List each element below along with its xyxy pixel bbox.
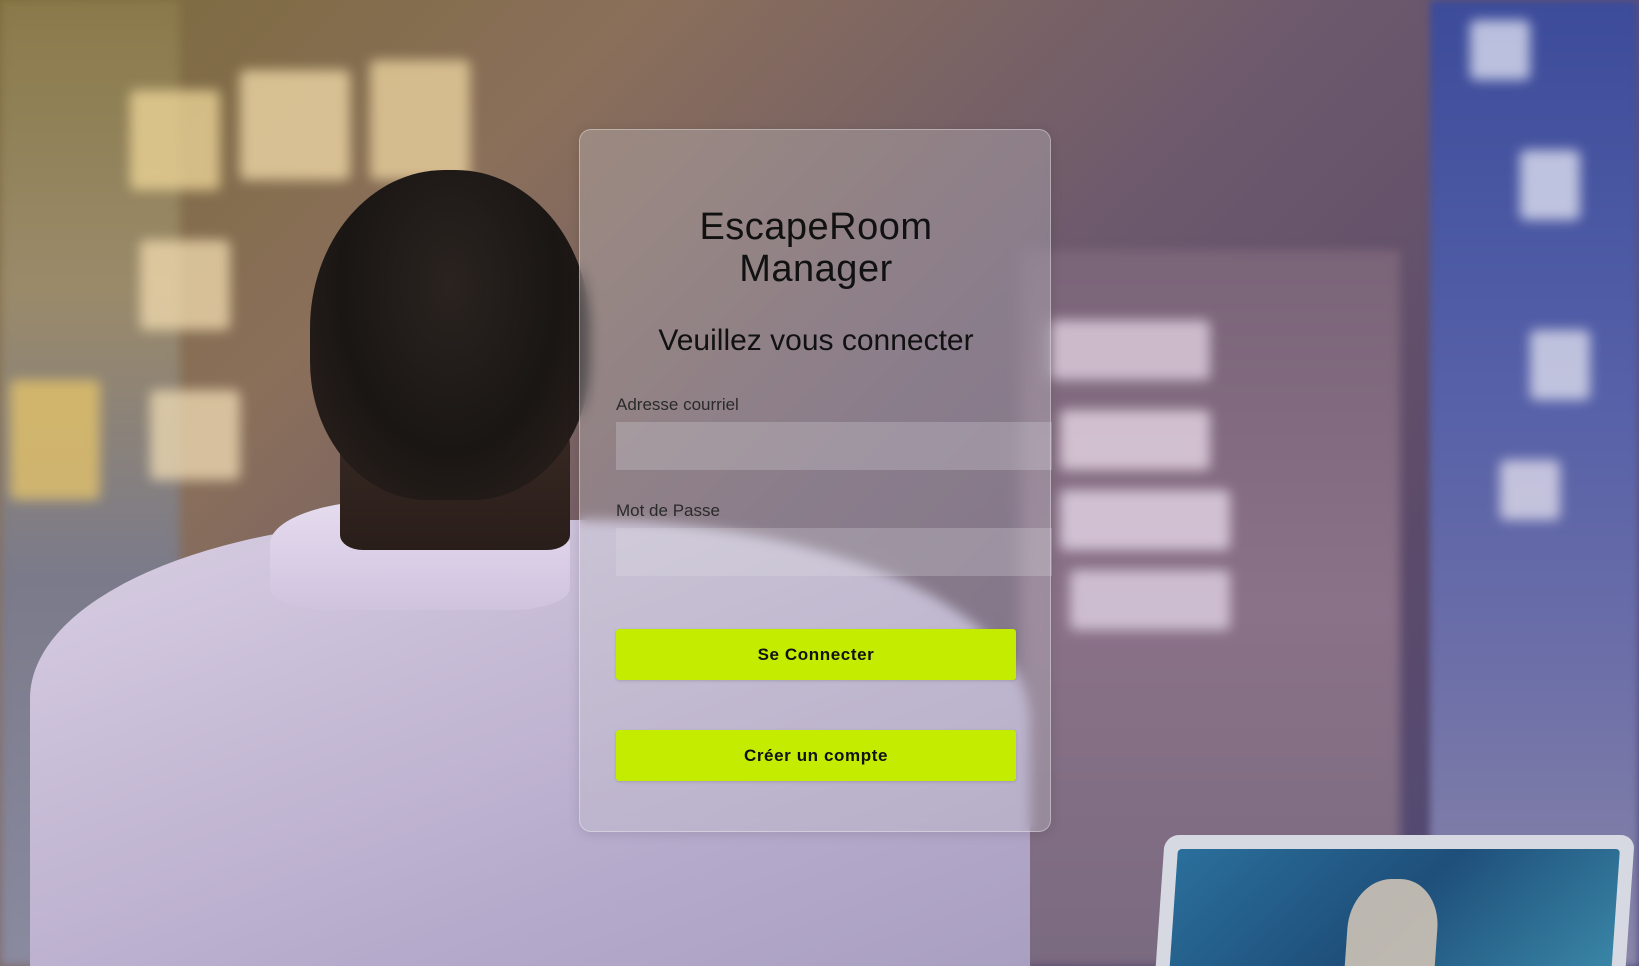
bokeh-light: [130, 90, 220, 190]
laptop: [1155, 835, 1635, 966]
email-field[interactable]: [616, 422, 1052, 470]
bokeh-light: [1050, 320, 1210, 380]
bokeh-light: [240, 70, 350, 180]
bokeh-light: [1470, 20, 1530, 80]
email-label: Adresse courriel: [616, 395, 739, 414]
bokeh-light: [370, 60, 470, 180]
bokeh-light: [1500, 460, 1560, 520]
password-field[interactable]: [616, 528, 1052, 576]
bokeh-light: [150, 390, 240, 480]
bokeh-light: [1060, 410, 1210, 470]
person-head: [310, 170, 590, 500]
bokeh-light: [1520, 150, 1580, 220]
laptop-video-call-face: [1343, 879, 1441, 966]
bokeh-light: [140, 240, 230, 330]
app-title-line2: Manager: [739, 248, 893, 290]
login-button[interactable]: Se Connecter: [616, 629, 1016, 680]
app-title: EscapeRoom Manager: [580, 206, 1052, 290]
bokeh-light: [1530, 330, 1590, 400]
bokeh-light: [1060, 490, 1230, 550]
app-title-line1: EscapeRoom: [699, 206, 933, 248]
login-card: EscapeRoom Manager Veuillez vous connect…: [579, 129, 1052, 832]
bokeh-light: [10, 380, 100, 500]
create-account-button[interactable]: Créer un compte: [616, 730, 1016, 781]
laptop-screen: [1169, 849, 1620, 966]
login-heading: Veuillez vous connecter: [658, 324, 974, 357]
bokeh-light: [1070, 570, 1230, 630]
password-label: Mot de Passe: [616, 501, 720, 520]
